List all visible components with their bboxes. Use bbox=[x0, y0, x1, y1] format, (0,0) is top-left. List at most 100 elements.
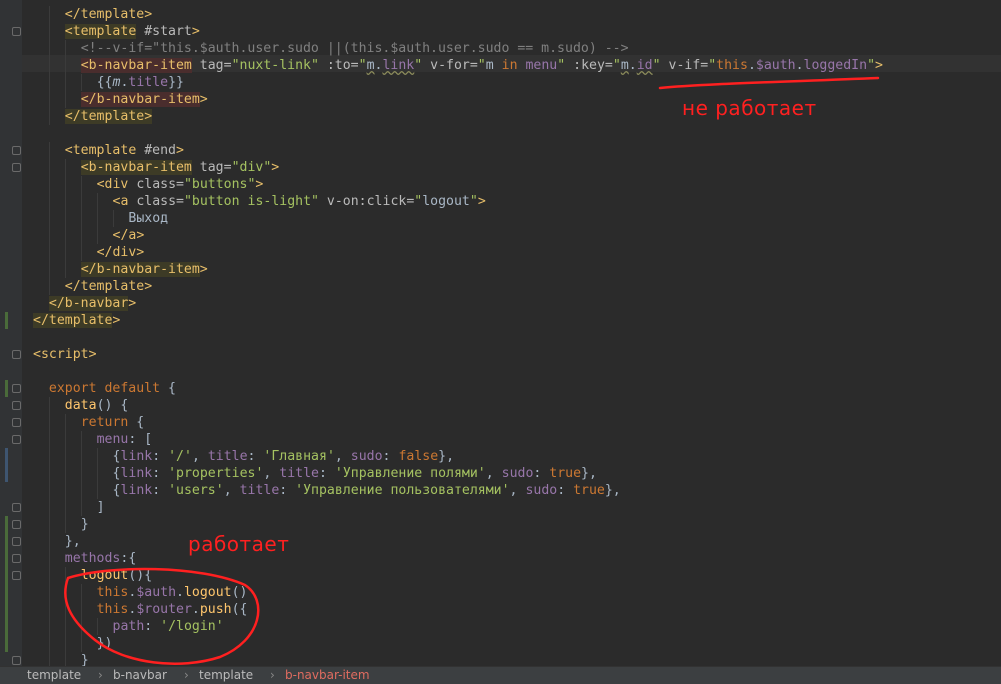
code-line[interactable]: return { bbox=[81, 414, 145, 431]
change-marker bbox=[5, 550, 8, 567]
code-line[interactable]: Выход bbox=[128, 210, 168, 227]
fold-marker-icon[interactable] bbox=[12, 503, 21, 512]
code-line[interactable]: </a> bbox=[113, 227, 145, 244]
code-line[interactable]: <b-navbar-item tag="nuxt-link" :to="m.li… bbox=[80, 57, 883, 74]
code-token: </template bbox=[33, 313, 113, 328]
indent-guide bbox=[48, 567, 50, 584]
code-line[interactable]: <a class="button is-light" v-on:click= "l… bbox=[113, 193, 486, 210]
indent-guide bbox=[64, 482, 66, 499]
code-line[interactable]: {link: 'properties', title: 'Управление … bbox=[113, 465, 597, 482]
indent-guide bbox=[48, 193, 50, 210]
code-token: > bbox=[191, 24, 200, 39]
code-token: " bbox=[557, 58, 566, 73]
indent-guide bbox=[64, 414, 66, 431]
code-token: , bbox=[485, 466, 502, 481]
breadcrumb-item[interactable]: b-navbar bbox=[113, 667, 167, 684]
fold-marker-icon[interactable] bbox=[12, 384, 21, 393]
fold-marker-icon[interactable] bbox=[12, 27, 21, 36]
code-line[interactable]: ] bbox=[97, 499, 105, 516]
code-line[interactable]: </template> bbox=[64, 108, 153, 125]
code-line[interactable]: menu: [ bbox=[97, 431, 153, 448]
code-line[interactable]: </template> bbox=[65, 6, 152, 23]
code-line[interactable]: </b-navbar-item> bbox=[80, 261, 208, 278]
code-token: () { bbox=[96, 398, 129, 413]
fold-marker-icon[interactable] bbox=[12, 401, 21, 410]
code-line[interactable]: </b-navbar-item> bbox=[80, 91, 208, 108]
indent-guide bbox=[96, 193, 98, 210]
editor-gutter[interactable] bbox=[0, 0, 22, 666]
code-line[interactable]: methods:{ bbox=[65, 550, 136, 567]
fold-marker-icon[interactable] bbox=[12, 435, 21, 444]
code-token: " bbox=[652, 58, 661, 73]
code-token: </template> bbox=[64, 109, 153, 124]
change-marker bbox=[5, 516, 8, 533]
code-line[interactable]: logout(){ bbox=[81, 567, 152, 584]
code-token: tag= bbox=[199, 160, 232, 175]
code-line[interactable]: </b-navbar> bbox=[48, 295, 136, 312]
code-token: data bbox=[64, 398, 97, 413]
fold-marker-icon[interactable] bbox=[12, 554, 21, 563]
breadcrumb-item-current[interactable]: b-navbar-item bbox=[285, 667, 370, 684]
code-token: #start bbox=[144, 24, 192, 39]
code-line[interactable]: <template #start> bbox=[64, 23, 200, 40]
code-line[interactable]: {link: 'users', title: 'Управление польз… bbox=[113, 482, 621, 499]
code-line[interactable]: this.$auth.logout() bbox=[97, 584, 248, 601]
breadcrumb-item[interactable]: template bbox=[27, 667, 81, 684]
fold-marker-icon[interactable] bbox=[12, 537, 21, 546]
breadcrumb-item[interactable]: template bbox=[199, 667, 253, 684]
code-token: this bbox=[96, 602, 129, 617]
code-token: " bbox=[414, 58, 423, 73]
code-line[interactable]: data() { bbox=[65, 397, 129, 414]
code-line[interactable]: {link: '/', title: 'Главная', sudo: fals… bbox=[113, 448, 455, 465]
fold-marker-icon[interactable] bbox=[12, 146, 21, 155]
code-line[interactable]: }) bbox=[97, 635, 113, 652]
code-line[interactable]: </div> bbox=[97, 244, 145, 261]
code-line[interactable]: export default { bbox=[49, 380, 176, 397]
code-token: class= bbox=[136, 194, 184, 209]
code-line[interactable]: {{m.title}} bbox=[97, 74, 184, 91]
indent-guide bbox=[48, 210, 50, 227]
code-line[interactable]: <template #end> bbox=[65, 142, 184, 159]
code-token: : bbox=[382, 449, 399, 464]
code-token: " bbox=[867, 58, 876, 73]
code-token: : bbox=[144, 619, 161, 634]
code-token: $auth bbox=[136, 585, 177, 600]
code-line[interactable]: } bbox=[81, 516, 89, 533]
code-line[interactable]: <script> bbox=[33, 346, 97, 363]
fold-marker-icon[interactable] bbox=[12, 163, 21, 172]
code-token: push bbox=[199, 602, 232, 617]
code-line[interactable]: </template> bbox=[33, 312, 120, 329]
indent-guide bbox=[80, 74, 82, 91]
fold-marker-icon[interactable] bbox=[12, 418, 21, 427]
code-editor[interactable]: </template> <template #start> <!--v-if="th… bbox=[0, 0, 1001, 669]
fold-marker-icon[interactable] bbox=[12, 656, 21, 665]
code-token: </b-navbar-item bbox=[80, 92, 200, 107]
indent-guide bbox=[80, 635, 82, 652]
code-token: > bbox=[199, 262, 208, 277]
code-token: link bbox=[120, 483, 153, 498]
fold-marker-icon[interactable] bbox=[12, 571, 21, 580]
code-line[interactable]: }, bbox=[65, 533, 81, 550]
fold-marker-icon[interactable] bbox=[12, 520, 21, 529]
code-line[interactable]: path: '/login' bbox=[113, 618, 224, 635]
code-line[interactable]: <div class="buttons"> bbox=[97, 176, 264, 193]
breadcrumb-separator: › bbox=[184, 668, 189, 682]
code-token: return bbox=[80, 415, 129, 430]
code-line[interactable]: this.$router.push({ bbox=[97, 601, 248, 618]
code-line[interactable]: <b-navbar-item tag="div"> bbox=[80, 159, 280, 176]
code-line[interactable]: </template> bbox=[65, 278, 152, 295]
code-token: title bbox=[279, 466, 319, 481]
indent-guide bbox=[48, 550, 50, 567]
code-token: 'properties' bbox=[168, 466, 264, 481]
indent-guide bbox=[48, 601, 50, 618]
code-token: > bbox=[271, 160, 280, 175]
code-token: , bbox=[191, 449, 208, 464]
code-token: <template bbox=[64, 24, 137, 39]
fold-marker-icon[interactable] bbox=[12, 350, 21, 359]
code-line[interactable]: <!--v-if="this.$auth.user.sudo ||(this.$… bbox=[81, 40, 629, 57]
code-token: :to= bbox=[326, 58, 359, 73]
indent-guide bbox=[80, 431, 82, 448]
code-token: $router bbox=[136, 602, 192, 617]
indent-guide bbox=[64, 431, 66, 448]
